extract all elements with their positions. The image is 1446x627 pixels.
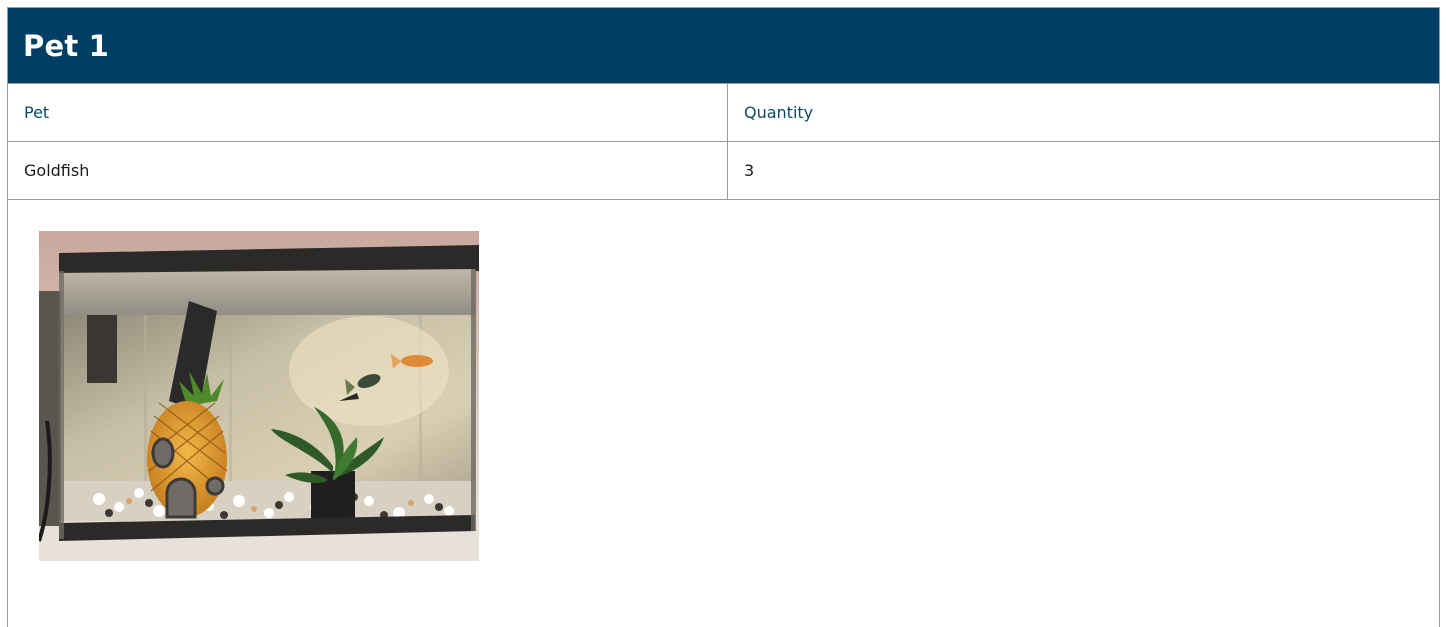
card-title: Pet 1	[23, 28, 110, 63]
table-row: Goldfish 3	[8, 142, 1439, 200]
column-header-pet: Pet	[8, 84, 728, 141]
table-header-row: Pet Quantity	[8, 84, 1439, 142]
pet-name-cell: Goldfish	[8, 142, 728, 199]
fish-tank-photo	[39, 231, 479, 561]
card-header: Pet 1	[8, 8, 1439, 84]
pet-card: Pet 1 Pet Quantity Goldfish 3	[7, 7, 1440, 627]
pet-quantity-cell: 3	[744, 161, 755, 180]
column-header-quantity: Quantity	[744, 103, 814, 122]
photo-area	[8, 200, 1439, 620]
